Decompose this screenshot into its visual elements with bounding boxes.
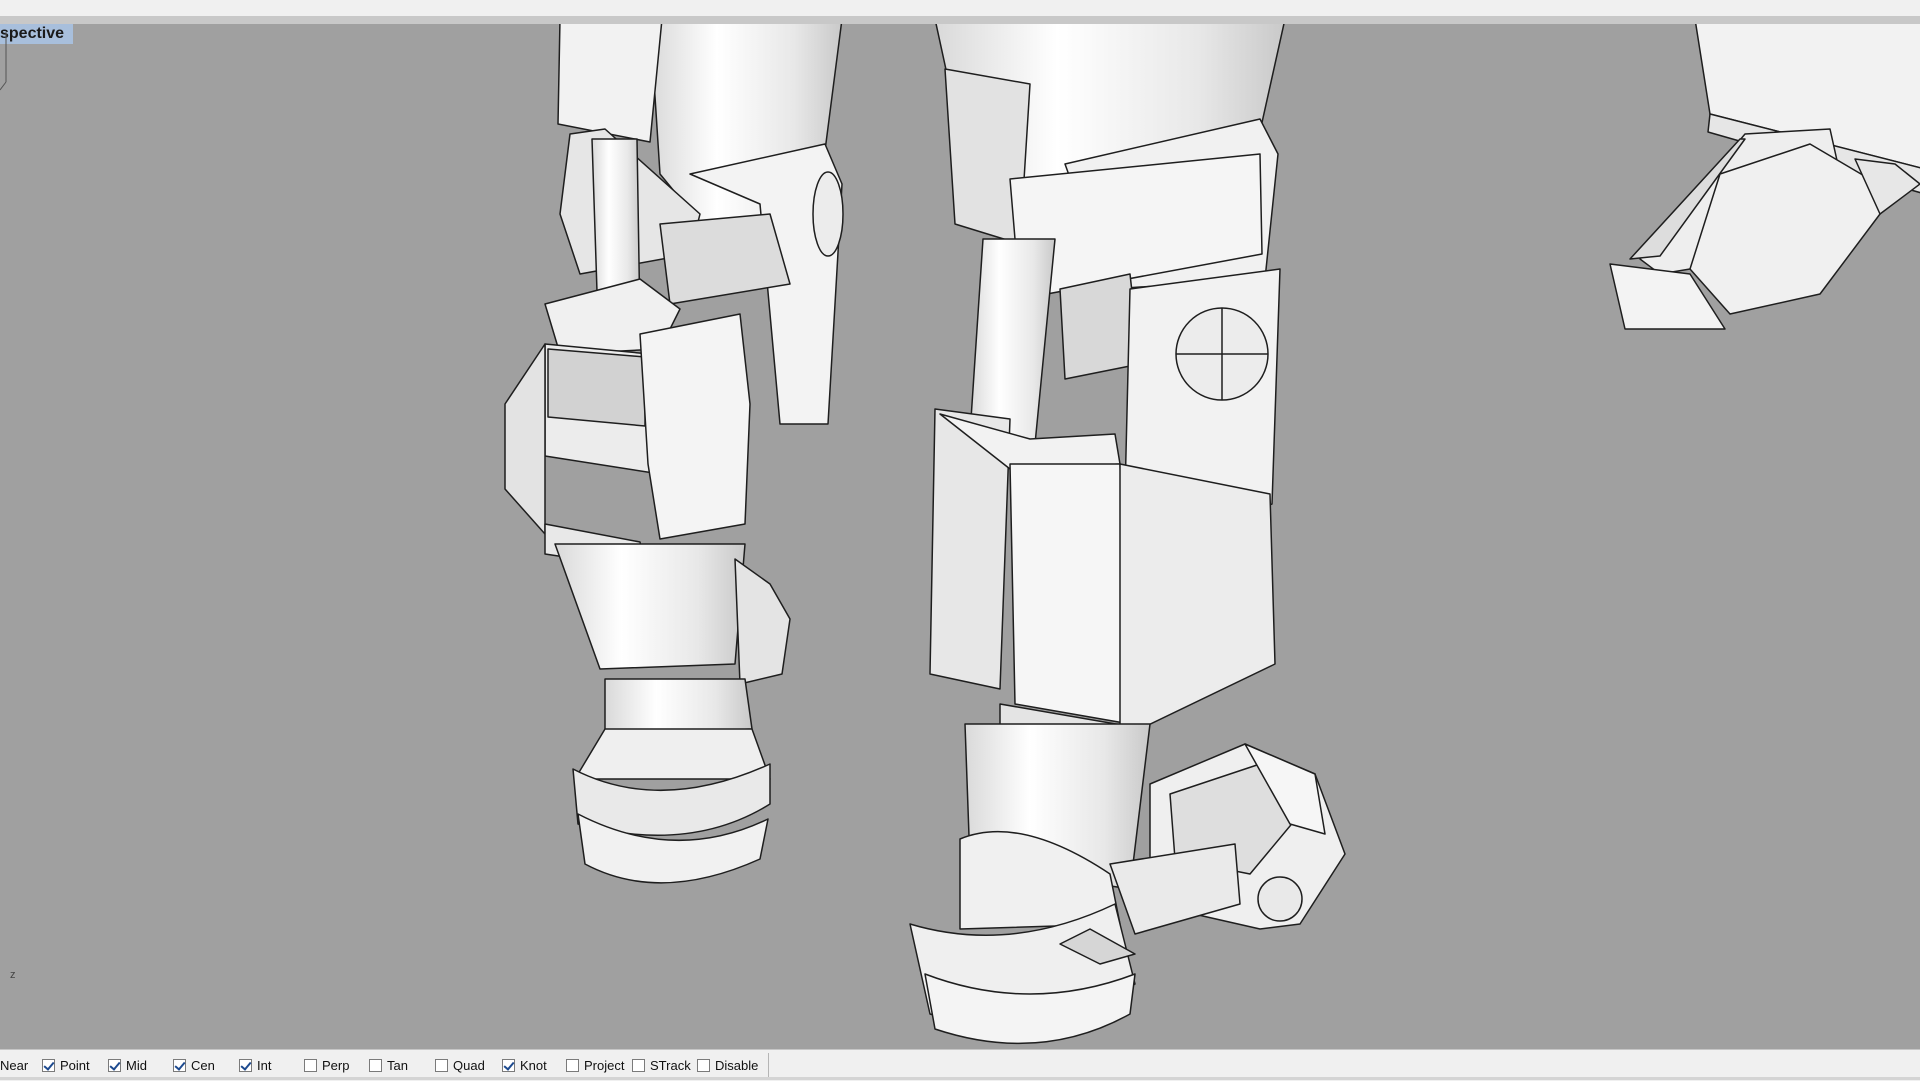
- osnap-tan-checkbox[interactable]: [369, 1058, 382, 1072]
- left-leg: [504, 24, 844, 884]
- axis-z-label: z: [10, 969, 16, 981]
- osnap-point-label: Point: [60, 1057, 90, 1073]
- osnap-project[interactable]: Project: [566, 1056, 624, 1074]
- osnap-perp[interactable]: Perp: [304, 1056, 349, 1074]
- osnap-disable[interactable]: Disable: [697, 1056, 758, 1074]
- osnap-tan[interactable]: Tan: [369, 1056, 408, 1074]
- osnap-knot[interactable]: Knot: [502, 1056, 547, 1074]
- osnap-strack[interactable]: STrack: [632, 1056, 691, 1074]
- osnap-point-checkbox[interactable]: [42, 1058, 55, 1072]
- osnap-int[interactable]: Int: [239, 1056, 271, 1074]
- osnap-quad[interactable]: Quad: [435, 1056, 485, 1074]
- osnap-perp-label: Perp: [322, 1057, 350, 1073]
- robot-legs-model: [504, 24, 1920, 1045]
- robot-hand: [1609, 24, 1920, 330]
- osnap-point[interactable]: Point: [42, 1056, 90, 1074]
- osnap-project-label: Project: [584, 1057, 625, 1073]
- window-top-strip: [0, 0, 1920, 16]
- osnap-near[interactable]: Near: [0, 1056, 28, 1074]
- right-leg: [909, 24, 1346, 1045]
- osnap-near-label: Near: [0, 1057, 29, 1073]
- osnap-mid[interactable]: Mid: [108, 1056, 147, 1074]
- perspective-viewport[interactable]: spective z: [0, 24, 1920, 1049]
- osnap-cen-label: Cen: [191, 1057, 215, 1073]
- osnap-mid-checkbox[interactable]: [108, 1058, 121, 1072]
- osnap-int-checkbox[interactable]: [239, 1058, 252, 1072]
- toolbar-separator: [768, 1053, 769, 1077]
- world-axis-icon: [0, 32, 7, 91]
- osnap-cen[interactable]: Cen: [173, 1056, 215, 1074]
- osnap-int-label: Int: [257, 1057, 272, 1073]
- osnap-strack-label: STrack: [650, 1057, 691, 1073]
- osnap-cen-checkbox[interactable]: [173, 1058, 186, 1072]
- osnap-strack-checkbox[interactable]: [632, 1058, 645, 1072]
- osnap-disable-checkbox[interactable]: [697, 1058, 710, 1072]
- osnap-perp-checkbox[interactable]: [304, 1058, 317, 1072]
- osnap-quad-label: Quad: [453, 1057, 485, 1073]
- osnap-project-checkbox[interactable]: [566, 1058, 579, 1072]
- osnap-mid-label: Mid: [126, 1057, 147, 1073]
- osnap-quad-checkbox[interactable]: [435, 1058, 448, 1072]
- osnap-tan-label: Tan: [387, 1057, 408, 1073]
- osnap-disable-label: Disable: [715, 1057, 759, 1073]
- osnap-knot-checkbox[interactable]: [502, 1058, 515, 1072]
- osnap-knot-label: Knot: [520, 1057, 547, 1073]
